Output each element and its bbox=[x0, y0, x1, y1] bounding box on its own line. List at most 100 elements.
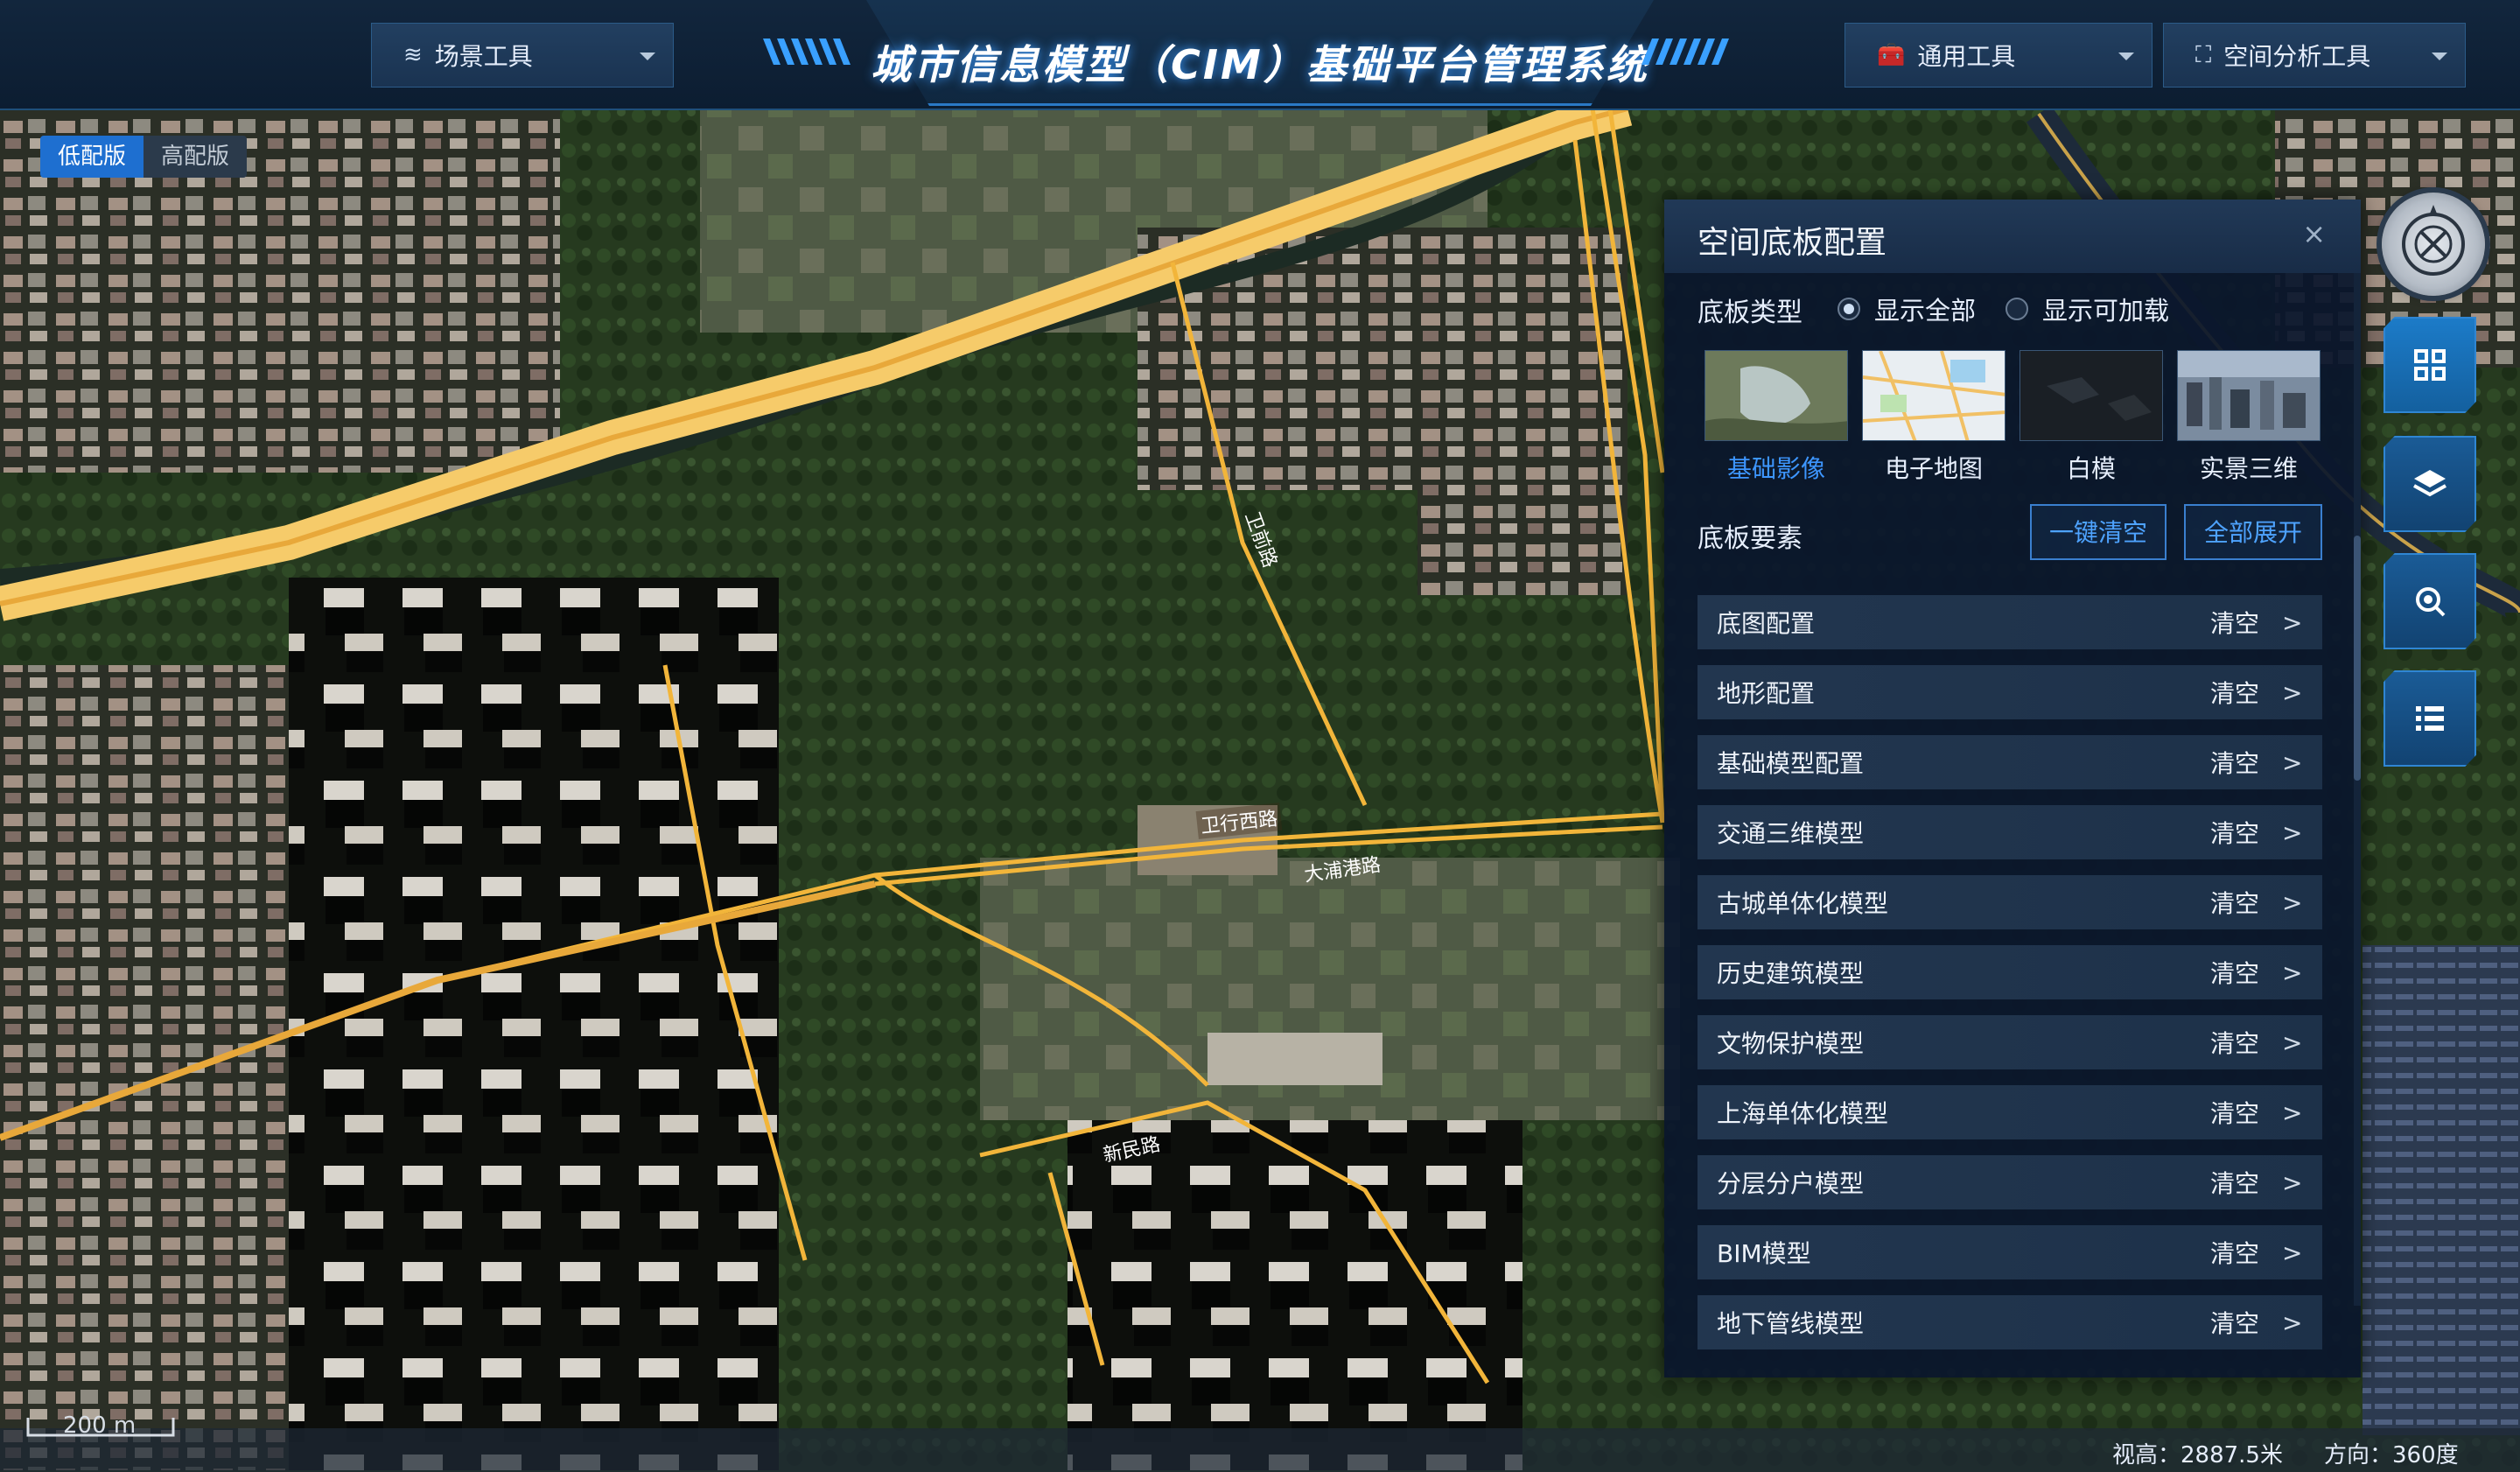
clear-all-button[interactable]: 一键清空 bbox=[2030, 504, 2166, 560]
caret-down-icon bbox=[640, 53, 655, 60]
chevron-right-icon[interactable]: > bbox=[2282, 888, 2302, 917]
analysis-icon: ⛶ bbox=[2195, 41, 2212, 68]
radio-show-all[interactable]: 显示全部 bbox=[1838, 291, 1976, 327]
radio-show-loadable[interactable]: 显示可加载 bbox=[2006, 291, 2169, 327]
chevron-right-icon[interactable]: > bbox=[2282, 608, 2302, 637]
header-decoration-left bbox=[763, 39, 850, 65]
chevron-right-icon[interactable]: > bbox=[2282, 1028, 2302, 1057]
config-row-label: 底图配置 bbox=[1717, 609, 1816, 638]
spatial-tools-label: 空间分析工具 bbox=[2223, 42, 2371, 71]
close-icon[interactable]: × bbox=[2302, 217, 2326, 250]
config-row-label: 分层分户模型 bbox=[1717, 1169, 1865, 1198]
chevron-right-icon[interactable]: > bbox=[2282, 1168, 2302, 1197]
basemap-satellite[interactable]: 基础影像 bbox=[1704, 350, 1848, 485]
config-row-label: 历史建筑模型 bbox=[1717, 959, 1865, 988]
clear-button[interactable]: 清空 bbox=[2210, 1025, 2259, 1060]
config-row[interactable]: 底图配置 清空 > bbox=[1698, 595, 2322, 649]
basemap-type-label: 底板类型 bbox=[1698, 298, 1802, 328]
chevron-right-icon[interactable]: > bbox=[2282, 1308, 2302, 1337]
layers-icon bbox=[2413, 470, 2446, 497]
grid-view-button[interactable] bbox=[2384, 317, 2476, 413]
config-row[interactable]: 历史建筑模型 清空 > bbox=[1698, 945, 2322, 999]
compass-icon[interactable] bbox=[2382, 193, 2485, 296]
config-row[interactable]: 地形配置 清空 > bbox=[1698, 665, 2322, 719]
radio-selected-icon bbox=[1838, 298, 1860, 320]
config-row[interactable]: 基础模型配置 清空 > bbox=[1698, 735, 2322, 789]
basemap-street[interactable]: 电子地图 bbox=[1862, 350, 2006, 485]
scene-tools-label: 场景工具 bbox=[434, 42, 533, 71]
radio-unselected-icon bbox=[2006, 298, 2028, 320]
chevron-right-icon[interactable]: > bbox=[2282, 748, 2302, 777]
layers-button[interactable] bbox=[2384, 436, 2476, 532]
config-row-label: 基础模型配置 bbox=[1717, 749, 1865, 778]
clear-button[interactable]: 清空 bbox=[2210, 955, 2259, 990]
config-row[interactable]: 交通三维模型 清空 > bbox=[1698, 805, 2322, 859]
caret-down-icon bbox=[2432, 53, 2447, 60]
config-row[interactable]: BIM模型 清空 > bbox=[1698, 1225, 2322, 1279]
clear-button[interactable]: 清空 bbox=[2210, 745, 2259, 780]
basemap-label: 电子地图 bbox=[1884, 454, 1983, 483]
config-row[interactable]: 地下管线模型 清空 > bbox=[1698, 1295, 2322, 1349]
general-tools-label: 通用工具 bbox=[1917, 42, 2016, 71]
config-row-label: 地形配置 bbox=[1717, 679, 1816, 708]
realistic-3d-thumbnail bbox=[2177, 350, 2320, 441]
street-map-thumbnail bbox=[1862, 350, 2006, 441]
grid-icon bbox=[2414, 349, 2446, 381]
chevron-right-icon[interactable]: > bbox=[2282, 818, 2302, 847]
panel-header: 空间底板配置 × bbox=[1664, 200, 2361, 273]
basemap-white-model[interactable]: 白模 bbox=[2020, 350, 2163, 485]
low-spec-button[interactable]: 低配版 bbox=[40, 136, 144, 178]
page-title: 城市信息模型（CIM）基础平台管理系统 bbox=[871, 41, 1649, 88]
app-header: 城市信息模型（CIM）基础平台管理系统 ≋ 场景工具 🧰 通用工具 ⛶ 空间分析… bbox=[0, 0, 2520, 110]
config-row[interactable]: 文物保护模型 清空 > bbox=[1698, 1015, 2322, 1069]
header-decoration-right bbox=[1642, 39, 1729, 65]
camera-height-readout: 视高：2887.5米 bbox=[2112, 1442, 2283, 1468]
toolbox-icon: 🧰 bbox=[1877, 42, 1906, 68]
config-row-label: 文物保护模型 bbox=[1717, 1029, 1865, 1058]
config-row-label: 地下管线模型 bbox=[1717, 1309, 1865, 1338]
clear-button[interactable]: 清空 bbox=[2210, 815, 2259, 850]
scale-label: 200 m bbox=[63, 1412, 136, 1439]
expand-all-button[interactable]: 全部展开 bbox=[2184, 504, 2322, 560]
config-row-label: 交通三维模型 bbox=[1717, 819, 1865, 848]
version-toggle: 低配版 高配版 bbox=[40, 136, 248, 178]
panel-title: 空间底板配置 bbox=[1698, 225, 1887, 261]
config-row-label: 上海单体化模型 bbox=[1717, 1099, 1889, 1128]
config-row[interactable]: 分层分户模型 清空 > bbox=[1698, 1155, 2322, 1209]
basemap-label: 基础影像 bbox=[1726, 454, 1825, 483]
clear-button[interactable]: 清空 bbox=[2210, 885, 2259, 920]
chevron-right-icon[interactable]: > bbox=[2282, 1098, 2302, 1127]
config-row-label: BIM模型 bbox=[1717, 1239, 1811, 1268]
panel-scrollbar[interactable] bbox=[2354, 273, 2361, 1306]
clear-button[interactable]: 清空 bbox=[2210, 1095, 2259, 1130]
config-row[interactable]: 古城单体化模型 清空 > bbox=[1698, 875, 2322, 929]
basemap-label: 实景三维 bbox=[2199, 454, 2298, 483]
clear-button[interactable]: 清空 bbox=[2210, 1235, 2259, 1270]
elements-label: 底板要素 bbox=[1698, 523, 1802, 554]
chevron-right-icon[interactable]: > bbox=[2282, 1238, 2302, 1267]
radio-show-loadable-label: 显示可加载 bbox=[2042, 296, 2170, 326]
config-row-label: 古城单体化模型 bbox=[1717, 889, 1889, 918]
caret-down-icon bbox=[2118, 53, 2134, 60]
spatial-tools-dropdown[interactable]: ⛶ 空间分析工具 bbox=[2163, 23, 2466, 88]
clear-button[interactable]: 清空 bbox=[2210, 605, 2259, 640]
white-model-thumbnail bbox=[2020, 350, 2163, 441]
config-row[interactable]: 上海单体化模型 清空 > bbox=[1698, 1085, 2322, 1139]
camera-direction-readout: 方向：360度 bbox=[2324, 1442, 2459, 1468]
high-spec-button[interactable]: 高配版 bbox=[144, 136, 248, 178]
basemap-label: 白模 bbox=[2066, 454, 2116, 483]
list-button[interactable] bbox=[2384, 670, 2476, 767]
chevron-right-icon[interactable]: > bbox=[2282, 678, 2302, 707]
clear-button[interactable]: 清空 bbox=[2210, 1165, 2259, 1200]
clear-button[interactable]: 清空 bbox=[2210, 1305, 2259, 1340]
general-tools-dropdown[interactable]: 🧰 通用工具 bbox=[1844, 23, 2152, 88]
scene-tools-dropdown[interactable]: ≋ 场景工具 bbox=[371, 23, 674, 88]
list-icon bbox=[2416, 706, 2444, 731]
satellite-thumbnail bbox=[1704, 350, 1848, 441]
clear-button[interactable]: 清空 bbox=[2210, 675, 2259, 710]
waves-icon: ≋ bbox=[403, 42, 423, 68]
scrollbar-thumb[interactable] bbox=[2354, 536, 2361, 781]
basemap-realistic-3d[interactable]: 实景三维 bbox=[2177, 350, 2320, 485]
chevron-right-icon[interactable]: > bbox=[2282, 958, 2302, 987]
search-button[interactable] bbox=[2384, 553, 2476, 649]
